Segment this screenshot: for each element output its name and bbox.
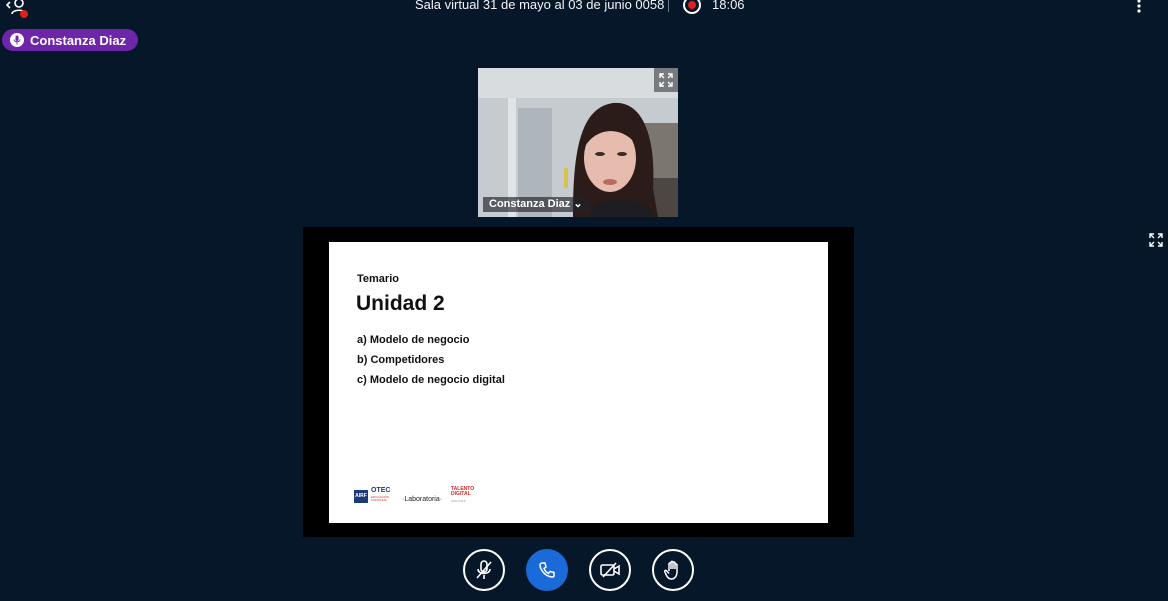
microphone-icon <box>10 33 24 47</box>
airf-logo: AIRF <box>354 490 368 503</box>
notification-dot <box>20 10 28 18</box>
slide-topic-list: a) Modelo de negocio b) Competidores c) … <box>357 330 505 390</box>
camera-off-icon <box>600 562 620 578</box>
microphone-muted-icon <box>476 560 492 579</box>
laboratoria-logo: ·Laboratoria· <box>402 496 443 503</box>
more-vertical-icon <box>1137 0 1141 13</box>
record-icon[interactable] <box>683 0 701 14</box>
chevron-down-icon: ⌄ <box>573 198 583 210</box>
share-webcam-button[interactable] <box>589 549 631 591</box>
options-menu-button[interactable] <box>1132 0 1146 14</box>
webcam-user-name: Constanza Diaz <box>489 198 571 210</box>
slide-heading: Unidad 2 <box>356 292 445 315</box>
phone-icon <box>539 562 555 578</box>
presentation-fullscreen-button[interactable] <box>1145 229 1167 251</box>
slide-topic-item: b) Competidores <box>357 354 445 366</box>
mute-audio-button[interactable] <box>463 549 505 591</box>
room-title: Sala virtual 31 de mayo al 03 de junio 0… <box>415 0 665 12</box>
otec-logo-subtitle: EDUCACIÓN CONTINUA <box>371 495 390 502</box>
recording-time: 18:06 <box>712 0 745 12</box>
talento-digital-subtitle: PARA CHILE <box>451 500 466 503</box>
otec-logo: OTEC <box>371 487 391 494</box>
talking-indicator[interactable]: Constanza Diaz <box>2 29 139 51</box>
webcam-video <box>478 68 678 217</box>
fullscreen-icon <box>1149 233 1163 247</box>
fullscreen-icon <box>659 73 673 87</box>
divider <box>668 0 669 12</box>
raise-hand-icon <box>663 560 678 580</box>
top-bar: Sala virtual 31 de mayo al 03 de junio 0… <box>0 0 1168 18</box>
leave-audio-button[interactable] <box>526 549 568 591</box>
webcam-tile[interactable]: Constanza Diaz ⌄ <box>478 68 678 217</box>
raise-hand-button[interactable] <box>652 549 694 591</box>
talker-name: Constanza Diaz <box>30 32 127 48</box>
slide-topic-item: c) Modelo de negocio digital <box>357 374 505 386</box>
presentation-area: Temario Unidad 2 a) Modelo de negocio b)… <box>303 227 854 537</box>
slide-kicker: Temario <box>357 273 399 285</box>
webcam-fullscreen-button[interactable] <box>654 68 678 92</box>
webcam-user-dropdown[interactable]: Constanza Diaz ⌄ <box>483 197 589 212</box>
talento-digital-logo: TALENTO DIGITAL <box>451 486 475 497</box>
slide-logos: AIRF OTEC EDUCACIÓN CONTINUA ·Laboratori… <box>354 486 514 506</box>
presentation-slide: Temario Unidad 2 a) Modelo de negocio b)… <box>329 242 828 523</box>
slide-topic-item: a) Modelo de negocio <box>357 334 470 346</box>
